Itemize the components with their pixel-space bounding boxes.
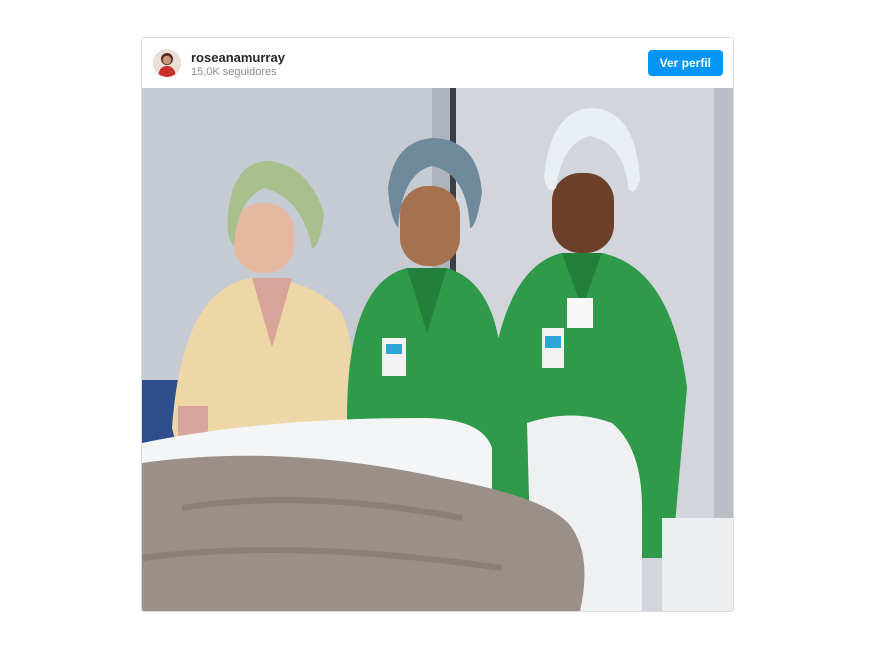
post-header: roseanamurray 15,0K seguidores Ver perfi…: [142, 38, 733, 88]
post-photo[interactable]: [142, 88, 733, 611]
view-profile-button[interactable]: Ver perfil: [647, 50, 723, 76]
follower-count: 15,0K seguidores: [191, 66, 277, 78]
user-avatar-icon[interactable]: [153, 49, 181, 77]
username[interactable]: roseanamurray: [191, 50, 285, 65]
instagram-embed: roseanamurray 15,0K seguidores Ver perfi…: [141, 37, 734, 612]
post-photo-illustration: [142, 88, 733, 611]
